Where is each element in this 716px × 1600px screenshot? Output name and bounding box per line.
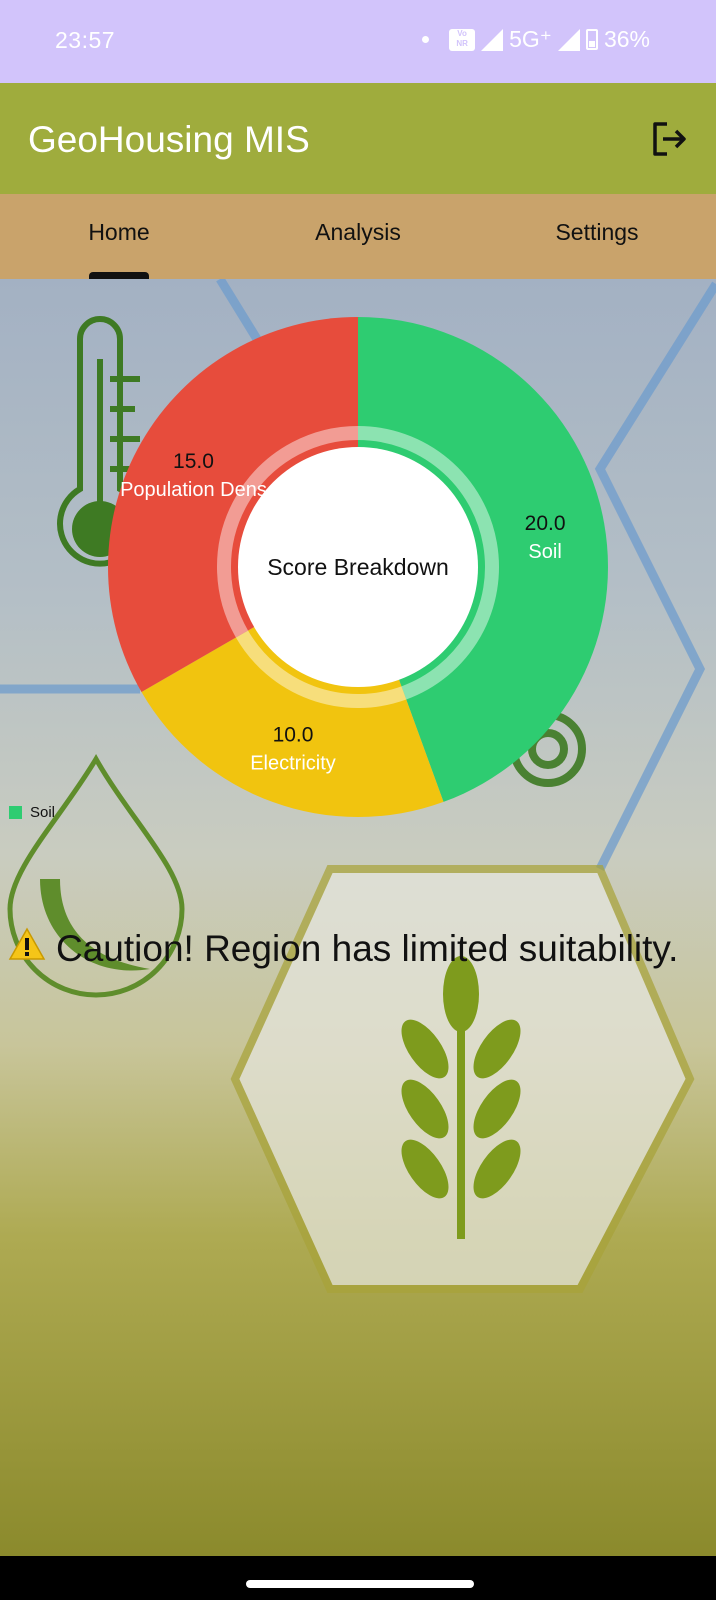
status-icons: Vo NR 5G⁺ 36% (422, 26, 650, 53)
system-nav-bar (0, 1556, 716, 1600)
network-type: 5G⁺ (509, 26, 552, 52)
logout-button[interactable] (650, 119, 690, 159)
pie-value-label: 20.0 (525, 512, 566, 535)
pie-value-label: 15.0 (173, 450, 214, 473)
legend-label-soil: Soil (30, 804, 56, 821)
tab-analysis[interactable]: Analysis (239, 194, 477, 279)
volte-icon: Vo NR (449, 28, 476, 51)
tab-bar: Home Analysis Settings (0, 194, 716, 279)
pie-center-label: Score Breakdown (267, 554, 449, 580)
pie-category-label: Electricity (250, 753, 336, 775)
signal-icon (481, 28, 504, 51)
legend-swatch-soil (9, 806, 22, 819)
pie-value-label: 10.0 (273, 724, 314, 747)
tab-settings[interactable]: Settings (478, 194, 716, 279)
score-pie-chart[interactable]: Score Breakdown 20.0 Soil 10.0 Electricity 15… (0, 279, 716, 839)
tab-home[interactable]: Home (0, 194, 238, 279)
caution-message: Caution! Region has limited suitability. (8, 927, 678, 970)
warning-icon (8, 927, 46, 970)
status-bar: 23:57 Vo NR 5G⁺ 36% (0, 0, 716, 83)
notification-dot-icon (422, 36, 430, 43)
logout-icon (653, 122, 686, 156)
battery-icon (585, 29, 598, 50)
battery-level: 36% (603, 26, 650, 52)
tab-indicator (89, 272, 149, 279)
pie-category-label: Population Dens (120, 479, 267, 501)
app-bar: GeoHousing MIS (0, 83, 716, 194)
status-time: 23:57 (55, 27, 116, 53)
caution-text: Caution! Region has limited suitability. (56, 928, 679, 969)
signal-icon-2 (557, 28, 580, 51)
main-content: Score Breakdown 20.0 Soil 10.0 Electricity 15… (0, 279, 716, 1556)
pie-category-label: Soil (528, 541, 561, 563)
chart-legend: Soil (9, 804, 55, 821)
app-title: GeoHousing MIS (28, 119, 310, 160)
home-gesture-bar[interactable] (246, 1580, 474, 1588)
